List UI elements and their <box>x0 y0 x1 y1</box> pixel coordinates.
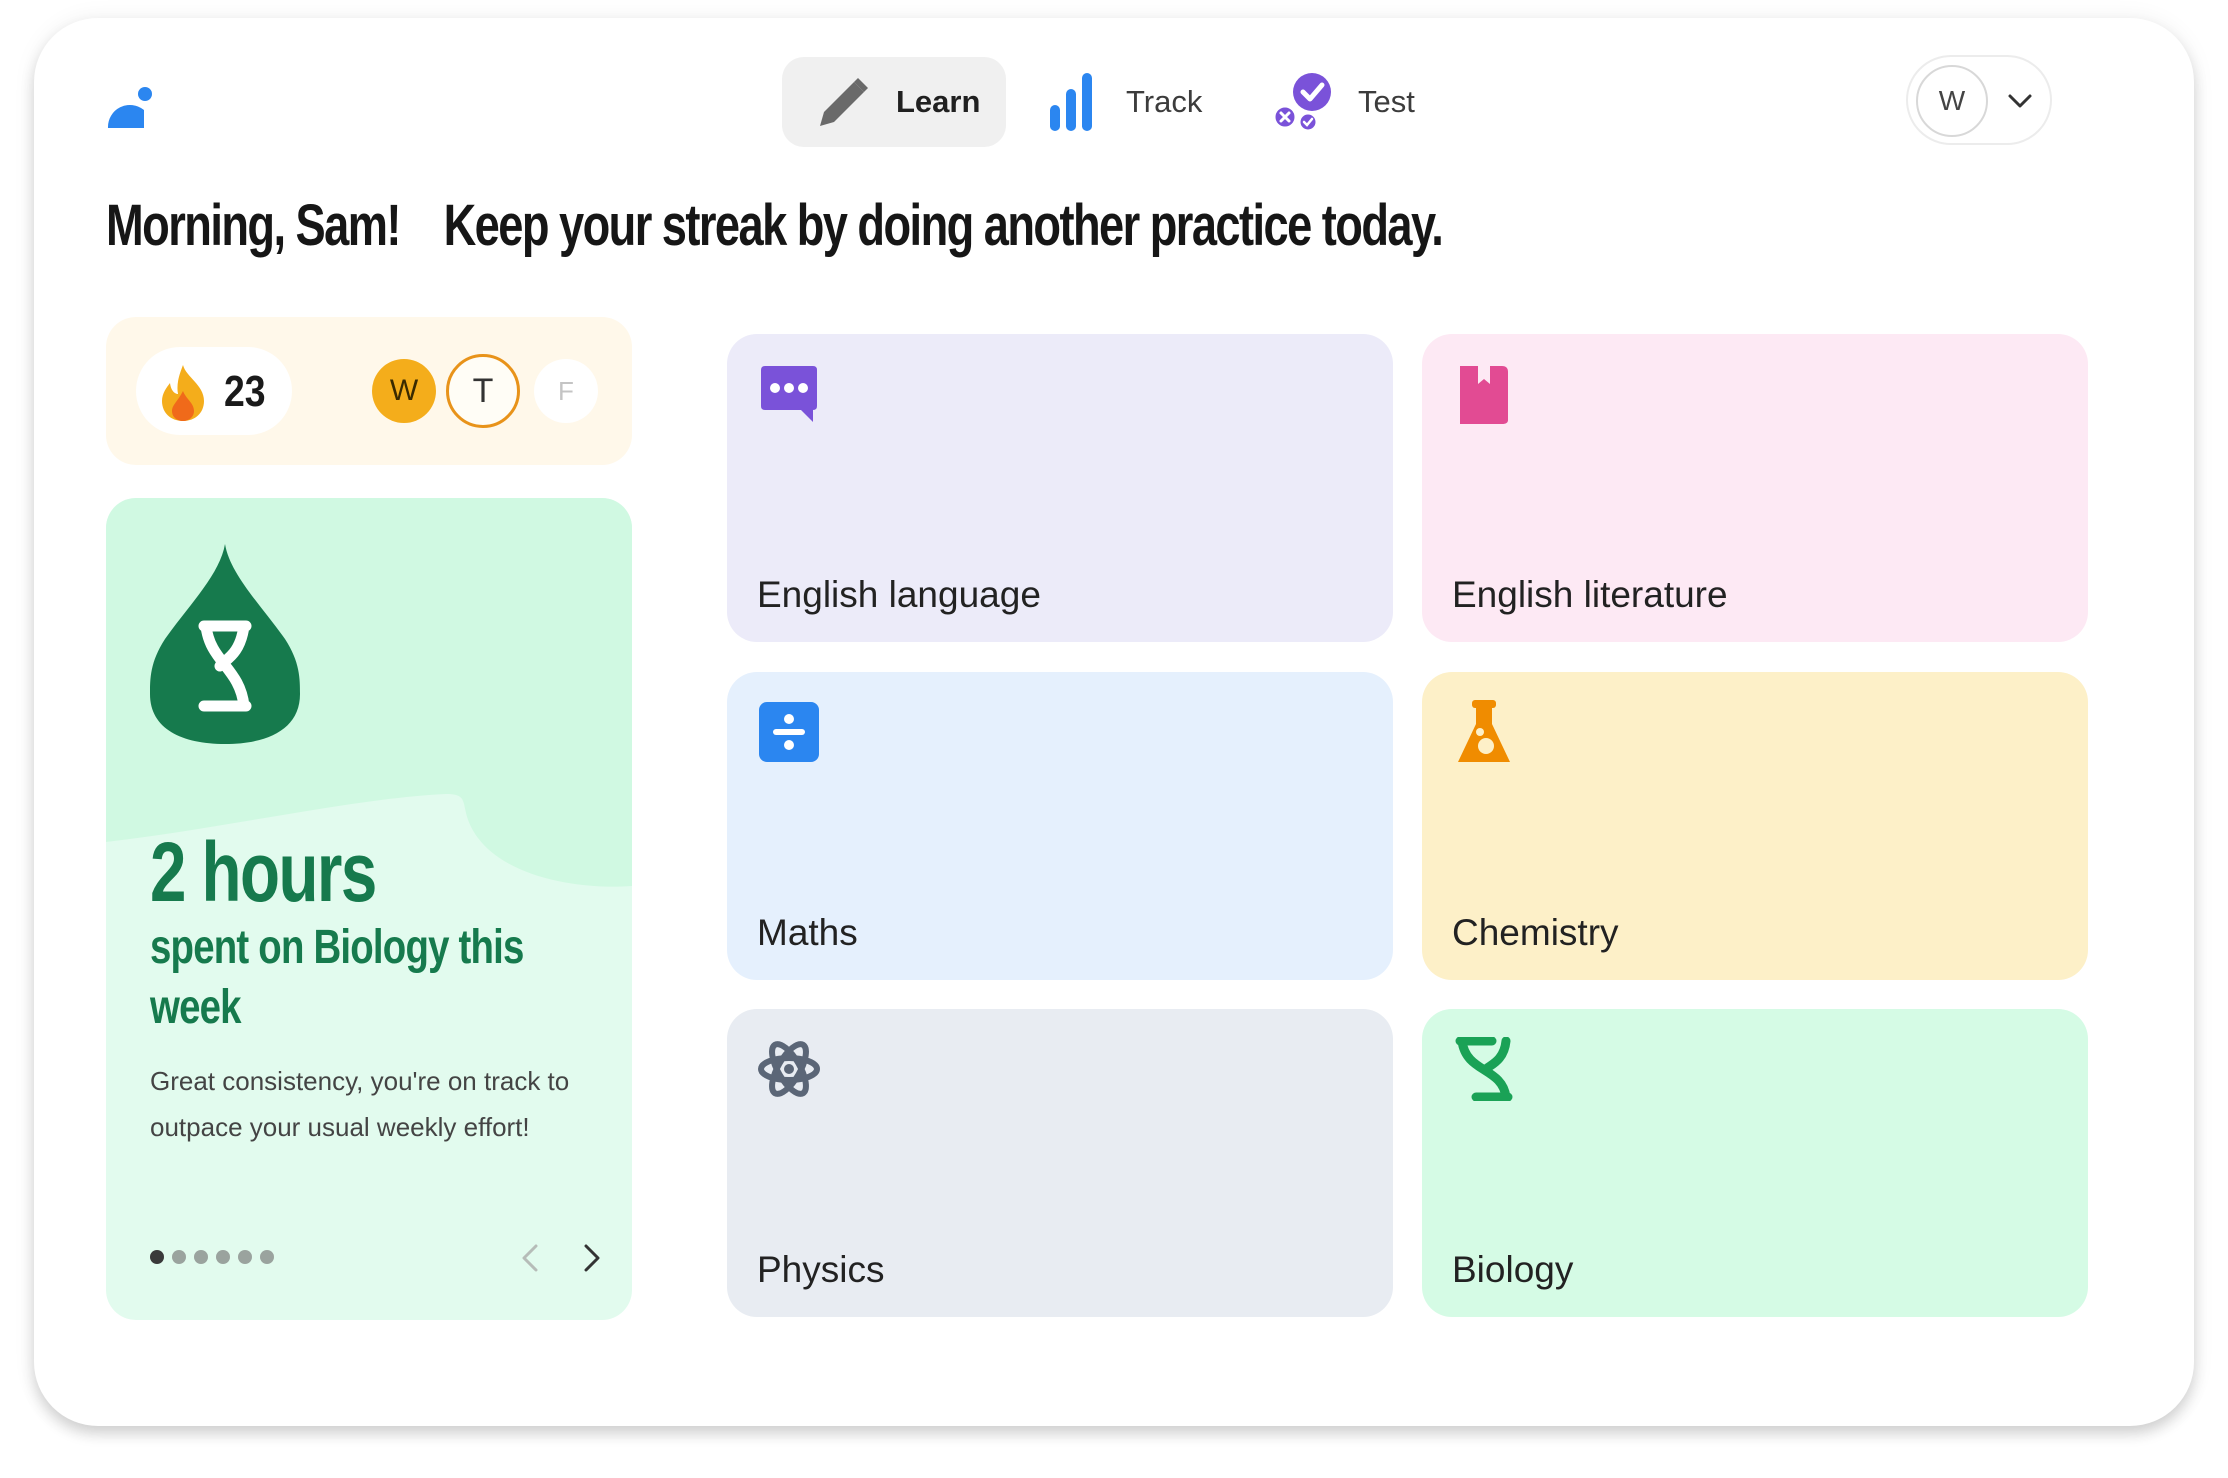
carousel-dots <box>150 1250 274 1264</box>
subject-english-language[interactable]: English language <box>727 334 1393 642</box>
atom-icon <box>758 1041 820 1097</box>
carousel-dot[interactable] <box>238 1250 252 1264</box>
dna-icon <box>1455 1037 1513 1101</box>
streak-panel: 23 W T F <box>106 317 632 465</box>
chevron-down-icon[interactable] <box>2006 87 2034 115</box>
greeting-name: Morning, Sam! <box>106 193 401 258</box>
subject-name: English literature <box>1452 574 1728 615</box>
subject-name: Chemistry <box>1452 912 1619 953</box>
subject-english-literature[interactable]: English literature <box>1422 334 2088 642</box>
subject-chemistry[interactable]: Chemistry <box>1422 672 2088 980</box>
insight-card: 2 hours spent on Biology this week Great… <box>106 498 632 1320</box>
day-thursday: T <box>446 354 520 428</box>
divide-icon <box>759 702 819 762</box>
tab-learn[interactable]: Learn <box>782 57 1006 147</box>
page-title: Morning, Sam! Keep your streak by doing a… <box>106 192 1444 259</box>
carousel-dot[interactable] <box>194 1250 208 1264</box>
subject-name: English language <box>757 574 1041 615</box>
biology-drop-icon <box>150 544 300 744</box>
tab-test-label: Test <box>1358 84 1415 119</box>
day-friday: F <box>534 359 598 423</box>
book-icon <box>1460 366 1508 424</box>
subject-name: Biology <box>1452 1249 1574 1290</box>
pencil-icon <box>820 78 868 126</box>
speech-bubble-icon <box>761 366 817 422</box>
tab-track-label: Track <box>1126 84 1203 119</box>
subject-maths[interactable]: Maths <box>727 672 1393 980</box>
insight-headline: 2 hours <box>150 825 377 919</box>
tab-track[interactable]: Track <box>1048 57 1228 147</box>
insight-subheadline: spent on Biology this week <box>150 921 524 1034</box>
insight-body: Great consistency, you're on track to ou… <box>150 1066 570 1142</box>
tab-learn-label: Learn <box>896 84 981 119</box>
app-logo[interactable] <box>104 86 154 142</box>
user-menu[interactable]: W <box>1906 55 2052 145</box>
bar-chart-icon <box>1050 73 1092 131</box>
subject-name: Maths <box>757 912 858 953</box>
streak-count: 23 <box>224 367 266 416</box>
carousel-dot[interactable] <box>216 1250 230 1264</box>
next-arrow-icon[interactable] <box>578 1238 606 1278</box>
subject-name: Physics <box>757 1249 885 1290</box>
avatar[interactable]: W <box>1916 65 1988 137</box>
greeting-message: Keep your streak by doing another practi… <box>443 193 1444 258</box>
carousel-dot[interactable] <box>260 1250 274 1264</box>
previous-arrow-icon[interactable] <box>516 1238 544 1278</box>
streak-counter: 23 <box>136 347 292 435</box>
carousel-dot[interactable] <box>150 1250 164 1264</box>
carousel-dot[interactable] <box>172 1250 186 1264</box>
flask-icon <box>1458 700 1510 762</box>
subject-biology[interactable]: Biology <box>1422 1009 2088 1317</box>
subject-physics[interactable]: Physics <box>727 1009 1393 1317</box>
day-wednesday: W <box>372 359 436 423</box>
tab-test[interactable]: Test <box>1272 57 1432 147</box>
quiz-check-icon <box>1272 73 1331 133</box>
flame-icon <box>162 365 204 421</box>
